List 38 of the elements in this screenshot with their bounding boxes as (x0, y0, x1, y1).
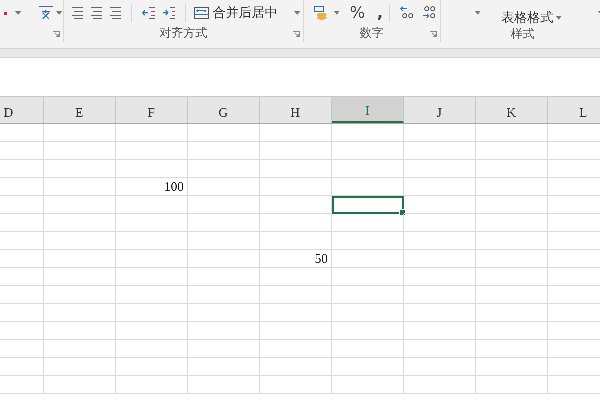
phonetic-guide-icon[interactable] (38, 6, 54, 20)
increase-decimal-icon[interactable] (400, 6, 414, 20)
merge-cells-icon (194, 6, 209, 18)
group-label: 对齐方式 (160, 25, 208, 42)
column-header[interactable]: L (548, 97, 600, 123)
percent-style-button[interactable]: % (350, 3, 366, 22)
merge-center-button[interactable]: 合并后居中 (192, 4, 303, 22)
dialog-launcher-icon[interactable] (293, 31, 300, 38)
align-icon[interactable] (110, 6, 122, 18)
dialog-launcher-icon[interactable] (430, 31, 438, 38)
decrease-decimal-icon[interactable] (422, 6, 436, 20)
column-header[interactable]: D (0, 97, 44, 123)
caret-icon[interactable] (475, 11, 482, 15)
group-label: 样式 (510, 26, 535, 43)
caret-icon[interactable] (334, 10, 340, 14)
column-header[interactable]: F (116, 97, 188, 123)
table-cell[interactable]: 100 (116, 178, 188, 196)
column-header[interactable]: G (188, 97, 260, 123)
number-format-icon[interactable] (314, 6, 330, 20)
align-icon[interactable] (72, 6, 84, 18)
increase-indent-icon[interactable] (162, 6, 176, 18)
column-header[interactable]: E (44, 97, 116, 123)
caret-icon (294, 10, 301, 14)
decrease-indent-icon[interactable] (142, 6, 155, 18)
caret-icon[interactable] (56, 11, 63, 15)
table-cell[interactable] (332, 196, 404, 214)
comma-style-button[interactable]: , (377, 3, 384, 22)
column-header[interactable]: J (404, 97, 476, 123)
column-header[interactable]: K (476, 97, 548, 123)
format-as-table-button[interactable]: 表格格式 (501, 9, 562, 27)
group-label: 数字 (360, 25, 384, 42)
caret-icon (556, 16, 562, 20)
column-header[interactable]: I (332, 97, 404, 123)
table-cell[interactable]: 50 (260, 250, 332, 268)
caret-icon[interactable] (14, 11, 22, 15)
align-icon[interactable] (91, 6, 102, 18)
dialog-launcher-icon[interactable] (53, 30, 60, 38)
toolbar-fragment-icon (4, 12, 7, 14)
